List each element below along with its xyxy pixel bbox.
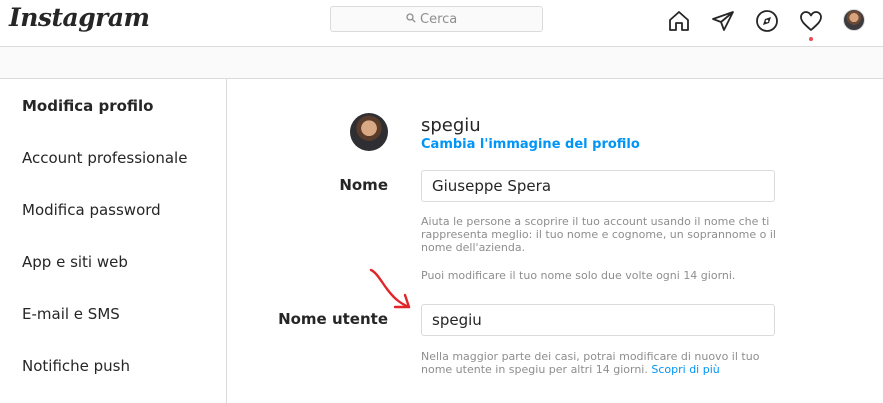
explore-compass-icon[interactable] [755, 9, 779, 33]
search-placeholder-wrap: Cerca [406, 12, 457, 27]
profile-avatar[interactable] [350, 113, 388, 151]
instagram-logo[interactable]: Instagram [9, 3, 150, 32]
sidebar-item-email-sms[interactable]: E-mail e SMS [22, 305, 120, 323]
top-navigation-bar: Instagram Cerca [0, 0, 883, 47]
settings-panel: Modifica profilo Account professionale M… [0, 78, 883, 403]
username-field[interactable] [421, 304, 775, 336]
name-label: Nome [339, 176, 388, 194]
name-field[interactable] [421, 170, 775, 202]
notification-dot [809, 37, 813, 41]
settings-sidebar: Modifica profilo Account professionale M… [0, 79, 227, 403]
sidebar-item-push-notifications[interactable]: Notifiche push [22, 357, 130, 375]
sidebar-item-professional-account[interactable]: Account professionale [22, 149, 187, 167]
username-help-text: Nella maggior parte dei casi, potrai mod… [421, 350, 781, 376]
name-change-limit-text: Puoi modificare il tuo nome solo due vol… [421, 269, 736, 282]
red-annotation-arrow [365, 267, 415, 316]
profile-username: spegiu [421, 115, 481, 136]
search-box[interactable]: Cerca [330, 6, 543, 32]
sidebar-item-change-password[interactable]: Modifica password [22, 201, 161, 219]
sidebar-item-apps-websites[interactable]: App e siti web [22, 253, 128, 271]
change-profile-photo-link[interactable]: Cambia l'immagine del profilo [421, 137, 640, 152]
search-icon [406, 12, 416, 27]
direct-messages-icon[interactable] [711, 9, 735, 33]
sidebar-item-edit-profile[interactable]: Modifica profilo [22, 97, 153, 115]
profile-avatar-nav[interactable] [843, 9, 865, 31]
home-icon[interactable] [667, 9, 691, 33]
learn-more-link[interactable]: Scopri di più [651, 363, 719, 376]
activity-heart-icon[interactable] [799, 9, 823, 33]
name-help-text: Aiuta le persone a scoprire il tuo accou… [421, 215, 776, 254]
search-placeholder: Cerca [420, 12, 458, 27]
